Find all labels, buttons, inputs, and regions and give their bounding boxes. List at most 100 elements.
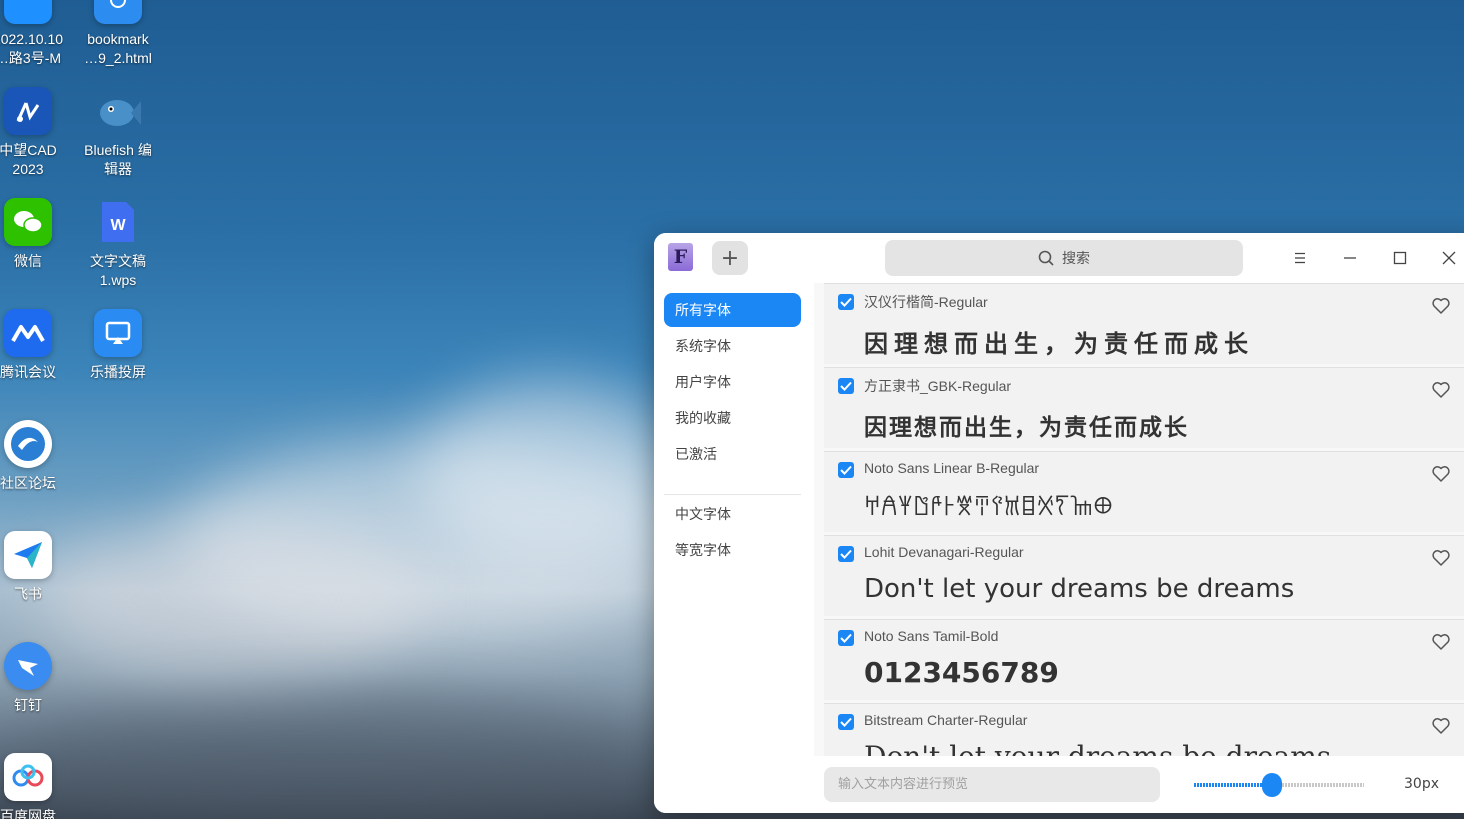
sidebar-item-favorites[interactable]: 我的收藏 xyxy=(664,401,801,435)
desktop-icon-wechat[interactable]: 微信 xyxy=(0,198,73,271)
font-enable-checkbox[interactable] xyxy=(838,294,854,310)
tencent-meeting-icon xyxy=(4,309,52,357)
close-icon xyxy=(1442,251,1456,265)
sidebar: 所有字体 系统字体 用户字体 我的收藏 已激活 中文字体 等宽字体 xyxy=(654,283,814,813)
font-preview-text: 0123456789 xyxy=(864,656,1059,689)
font-enable-checkbox[interactable] xyxy=(838,630,854,646)
minimize-icon xyxy=(1344,257,1356,259)
desktop-icon-label: 飞书 xyxy=(14,586,42,602)
search-icon xyxy=(1038,250,1054,266)
slider-track-empty xyxy=(1282,783,1364,787)
desktop-icon-label: 腾讯会议 xyxy=(0,364,56,380)
maximize-button[interactable] xyxy=(1388,246,1412,270)
desktop-icon-bluefish[interactable]: Bluefish 编辑器 xyxy=(73,87,163,179)
titlebar: F + 搜索 xyxy=(654,233,1464,283)
font-enable-checkbox[interactable] xyxy=(838,378,854,394)
favorite-heart-icon[interactable] xyxy=(1431,548,1451,568)
font-list-item[interactable]: Noto Sans Linear B-Regular 𐀀𐀁𐀂𐀃𐀄𐀅𐀆𐀇𐀈𐀉𐀊𐀋𐀍… xyxy=(824,451,1464,532)
checkmark-icon xyxy=(840,381,852,391)
font-name: 方正隶书_GBK-Regular xyxy=(864,378,1012,394)
zwcad-icon xyxy=(4,87,52,135)
desktop-icon-label: 社区论坛 xyxy=(0,475,56,491)
folder-icon xyxy=(4,0,52,24)
font-list-item[interactable]: Noto Sans Tamil-Bold 0123456789 xyxy=(824,619,1464,700)
desktop-icon-baidu-netdisk[interactable]: 百度网盘 xyxy=(0,753,73,819)
font-list-item[interactable]: Lohit Devanagari-Regular Don't let your … xyxy=(824,535,1464,616)
checkmark-icon xyxy=(840,297,852,307)
desktop-icon-forum[interactable]: 社区论坛 xyxy=(0,420,73,493)
font-preview-text: 因理想而出生，为责任而成长 xyxy=(864,329,1254,358)
slider-track-filled xyxy=(1194,783,1262,787)
desktop: 2022.10.10…路3号-M bookmark…9_2.html 中望CAD… xyxy=(0,0,170,819)
font-preview-text: 𐀀𐀁𐀂𐀃𐀄𐀅𐀆𐀇𐀈𐀉𐀊𐀋𐀍𐀎𐀏 xyxy=(864,493,1113,521)
desktop-icon-lebo[interactable]: 乐播投屏 xyxy=(73,309,163,382)
sidebar-item-user-fonts[interactable]: 用户字体 xyxy=(664,365,801,399)
close-button[interactable] xyxy=(1437,246,1461,270)
desktop-icon-label: 微信 xyxy=(14,253,42,269)
feishu-icon xyxy=(4,531,52,579)
sidebar-item-activated[interactable]: 已激活 xyxy=(664,437,801,471)
desktop-icon-tencent-meeting[interactable]: 腾讯会议 xyxy=(0,309,73,382)
font-list-item[interactable]: 汉仪行楷简-Regular 因理想而出生，为责任而成长 xyxy=(824,283,1464,364)
checkmark-icon xyxy=(840,465,852,475)
font-size-slider[interactable] xyxy=(1194,773,1364,797)
font-name: Lohit Devanagari-Regular xyxy=(864,544,1024,560)
deepin-forum-icon xyxy=(4,420,52,468)
desktop-icon-label: 乐播投屏 xyxy=(90,364,146,380)
favorite-heart-icon[interactable] xyxy=(1431,380,1451,400)
favorite-heart-icon[interactable] xyxy=(1431,464,1451,484)
font-name: Noto Sans Tamil-Bold xyxy=(864,628,999,644)
desktop-icon-label: 文字文稿 1.wps xyxy=(90,253,146,288)
maximize-icon xyxy=(1393,251,1407,265)
font-manager-window: F + 搜索 所有字体 系统字体 用户字体 我的收藏 已激活 中文字体 等宽字体 xyxy=(654,233,1464,813)
font-name: 汉仪行楷简-Regular xyxy=(864,294,988,310)
favorite-heart-icon[interactable] xyxy=(1431,632,1451,652)
font-list-item[interactable]: Bitstream Charter-Regular Don't let your… xyxy=(824,703,1464,756)
baidu-netdisk-icon xyxy=(4,753,52,801)
search-input[interactable]: 搜索 xyxy=(885,240,1243,276)
font-name: Noto Sans Linear B-Regular xyxy=(864,460,1040,476)
desktop-icon-zwcad[interactable]: 中望CAD 2023 xyxy=(0,87,73,179)
font-preview-text: Don't let your dreams be dreams xyxy=(864,574,1295,604)
wechat-icon xyxy=(4,198,52,246)
sidebar-divider xyxy=(664,494,801,495)
font-enable-checkbox[interactable] xyxy=(838,546,854,562)
desktop-icon-dingtalk[interactable]: 钉钉 xyxy=(0,642,73,715)
sidebar-item-all-fonts[interactable]: 所有字体 xyxy=(664,293,801,327)
font-preview-text: 因理想而出生，为责任而成长 xyxy=(864,414,1189,441)
preview-bar: 30px xyxy=(814,756,1464,813)
font-enable-checkbox[interactable] xyxy=(838,714,854,730)
slider-thumb[interactable] xyxy=(1262,773,1282,797)
checkmark-icon xyxy=(840,549,852,559)
svg-text:W: W xyxy=(110,217,126,234)
favorite-heart-icon[interactable] xyxy=(1431,296,1451,316)
dingtalk-icon xyxy=(4,642,52,690)
checkmark-icon xyxy=(840,633,852,643)
desktop-icon-folder[interactable]: 2022.10.10…路3号-M xyxy=(0,0,73,68)
desktop-icon-label: bookmark …9_2.html xyxy=(84,31,152,66)
bluefish-icon xyxy=(94,87,142,135)
font-enable-checkbox[interactable] xyxy=(838,462,854,478)
add-font-button[interactable]: + xyxy=(712,241,748,275)
app-logo-icon: F xyxy=(668,243,693,271)
desktop-icon-label: 钉钉 xyxy=(14,697,42,713)
font-list: 汉仪行楷简-Regular 因理想而出生，为责任而成长 方正隶书_GBK-Reg… xyxy=(824,283,1464,756)
font-list-item[interactable]: 方正隶书_GBK-Regular 因理想而出生，为责任而成长 xyxy=(824,367,1464,448)
minimize-button[interactable] xyxy=(1338,246,1362,270)
desktop-icon-feishu[interactable]: 飞书 xyxy=(0,531,73,604)
preview-text-input[interactable] xyxy=(824,767,1160,802)
favorite-heart-icon[interactable] xyxy=(1431,716,1451,736)
checkmark-icon xyxy=(840,717,852,727)
desktop-icon-label: 中望CAD 2023 xyxy=(0,142,57,177)
desktop-icon-label: 百度网盘 xyxy=(0,808,56,819)
sidebar-item-system-fonts[interactable]: 系统字体 xyxy=(664,329,801,363)
font-name: Bitstream Charter-Regular xyxy=(864,712,1028,728)
desktop-icon-label: Bluefish 编辑器 xyxy=(84,142,152,177)
search-placeholder: 搜索 xyxy=(1062,251,1090,267)
desktop-icon-bookmark[interactable]: bookmark …9_2.html xyxy=(73,0,163,68)
html-file-icon xyxy=(94,0,142,24)
menu-button[interactable] xyxy=(1288,246,1312,270)
desktop-icon-wps[interactable]: W 文字文稿 1.wps xyxy=(73,198,163,290)
sidebar-item-chinese-fonts[interactable]: 中文字体 xyxy=(664,497,801,531)
sidebar-item-monospace-fonts[interactable]: 等宽字体 xyxy=(664,533,801,567)
